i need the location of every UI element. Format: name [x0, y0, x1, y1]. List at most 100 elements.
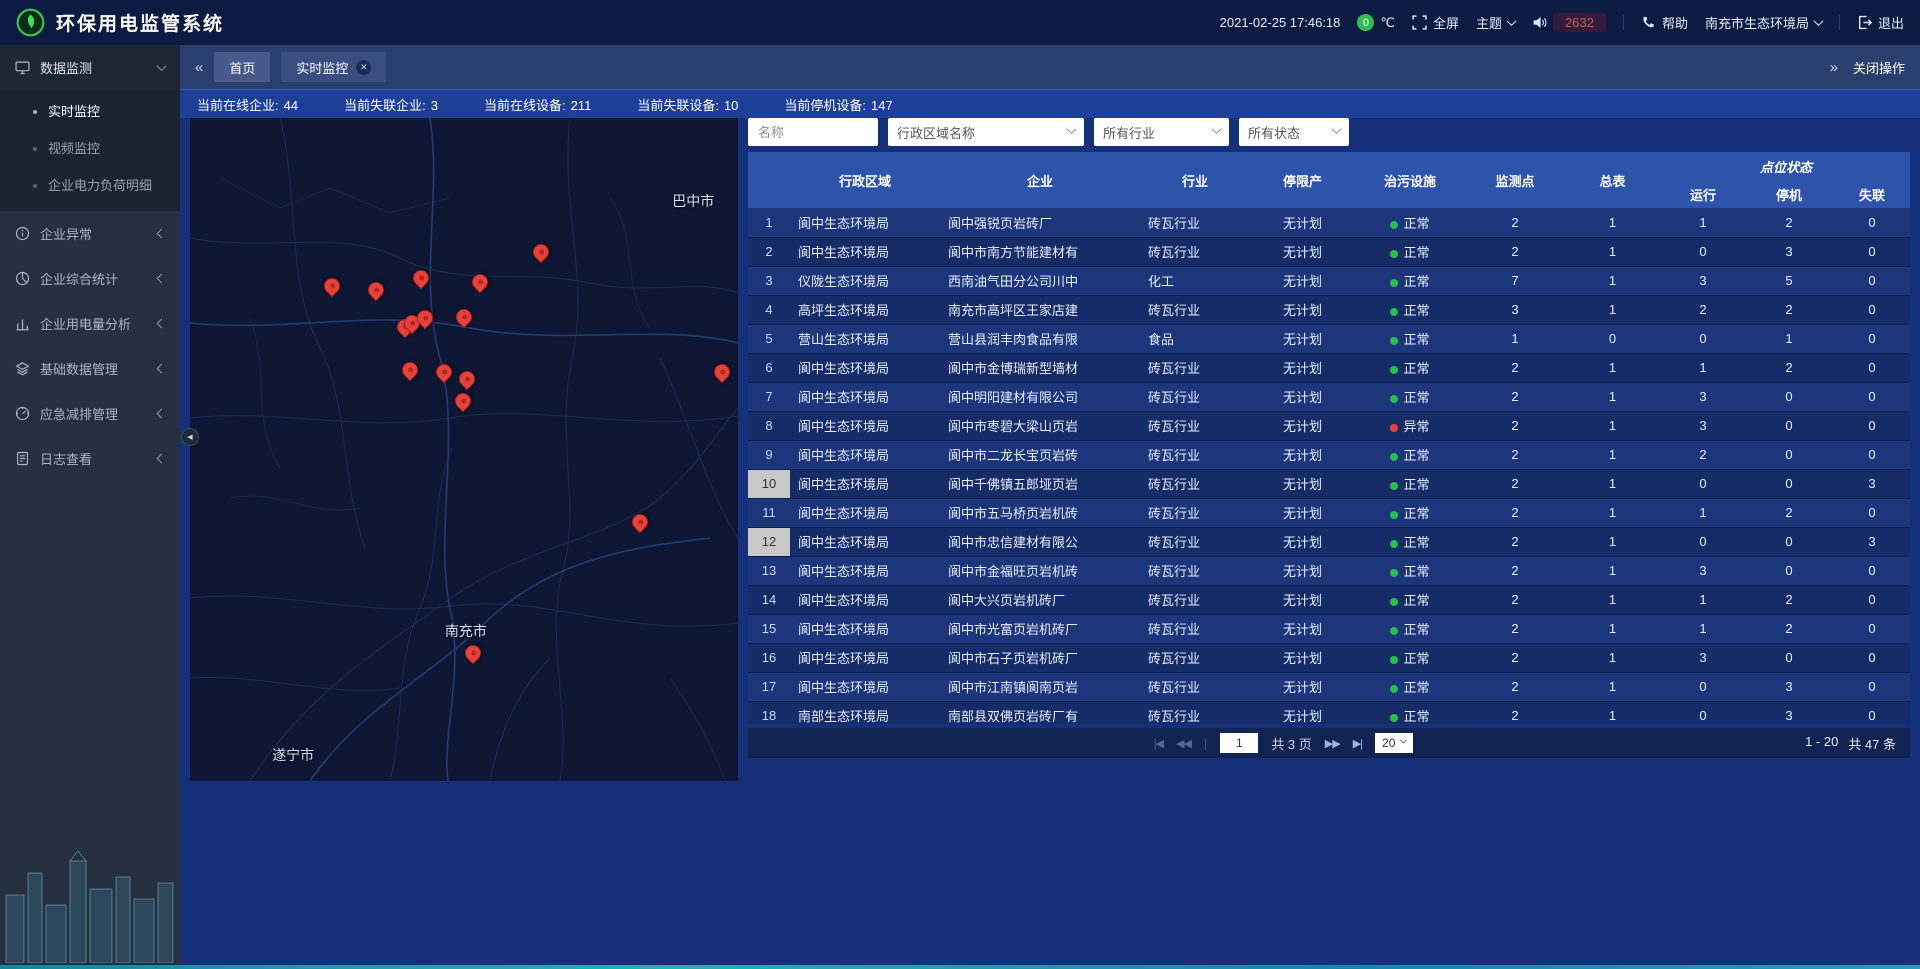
fullscreen-button[interactable]: 全屏 [1412, 13, 1459, 32]
cell-index: 18 [748, 701, 790, 724]
map-pin[interactable] [433, 361, 456, 384]
table-row[interactable]: 13 阆中生态环境局 阆中市金福旺页岩机砖 砖瓦行业 无计划 正常 2 [748, 556, 1910, 585]
col-index [748, 152, 790, 208]
map-pin[interactable] [398, 359, 421, 382]
cell-facility-status: 正常 [1355, 353, 1465, 382]
map-pin[interactable] [453, 306, 476, 329]
table-row[interactable]: 16 阆中生态环境局 阆中市石子页岩机砖厂 砖瓦行业 无计划 正常 2 [748, 643, 1910, 672]
table-row[interactable]: 18 南部生态环境局 南部县双佛页岩砖厂有 砖瓦行业 无计划 正常 2 [748, 701, 1910, 724]
sidebar-group-log-view[interactable]: 日志查看 [0, 436, 180, 481]
tab-close-icon[interactable]: ✕ [356, 60, 371, 75]
table-row[interactable]: 15 阆中生态环境局 阆中市光富页岩机砖厂 砖瓦行业 无计划 正常 2 [748, 614, 1910, 643]
cell-facility-status: 正常 [1355, 295, 1465, 324]
table-row[interactable]: 8 阆中生态环境局 阆中市枣碧大梁山页岩 砖瓦行业 无计划 异常 2 [748, 411, 1910, 440]
sidebar-group-enterprise-abnormal[interactable]: 企业异常 [0, 211, 180, 256]
name-filter-input[interactable] [748, 118, 878, 146]
map-pin[interactable] [469, 270, 492, 293]
map-pin[interactable] [629, 510, 652, 533]
col-stop: 停机 [1746, 180, 1832, 208]
table-row[interactable]: 1 阆中生态环境局 阆中强锐页岩砖厂 砖瓦行业 无计划 正常 2 1 [748, 208, 1910, 237]
sidebar-item-realtime-monitor[interactable]: 实时监控 [0, 93, 180, 130]
status-filter-select[interactable]: 所有状态 [1239, 118, 1349, 146]
table-row[interactable]: 4 高坪生态环境局 南充市高坪区王家店建 砖瓦行业 无计划 正常 3 [748, 295, 1910, 324]
cell-industry: 砖瓦行业 [1140, 643, 1250, 672]
next-page-icon[interactable]: ▶▶ [1325, 737, 1340, 750]
table-row[interactable]: 17 阆中生态环境局 阆中市江南镇阆南页岩 砖瓦行业 无计划 正常 2 [748, 672, 1910, 701]
right-panel: 行政区域名称 所有行业 所有状态 [748, 118, 1910, 758]
status-dot [1390, 511, 1398, 519]
tabs-collapse-icon[interactable]: « [195, 59, 203, 76]
status-dot [1390, 598, 1398, 606]
map-pin[interactable] [365, 278, 388, 301]
tab-realtime-monitor[interactable]: 实时监控 ✕ [281, 52, 386, 82]
chevron-down-icon [1814, 16, 1824, 26]
cell-company: 阆中明阳建材有限公司 [940, 382, 1140, 411]
cell-stop: 0 [1746, 440, 1832, 469]
panel-collapse-button[interactable]: ◀ [181, 428, 199, 446]
table-row[interactable]: 14 阆中生态环境局 阆中大兴页岩机砖厂 砖瓦行业 无计划 正常 2 [748, 585, 1910, 614]
map-pin[interactable] [461, 642, 484, 665]
gauge-icon [15, 406, 30, 421]
alarm-indicator[interactable]: 2632 [1532, 13, 1606, 32]
cell-total: 1 [1565, 237, 1660, 266]
sidebar-group-emergency-reduction[interactable]: 应急减排管理 [0, 391, 180, 436]
cell-lost: 0 [1832, 701, 1910, 724]
cell-region: 阆中生态环境局 [790, 353, 940, 382]
sidebar-group-enterprise-stats[interactable]: 企业综合统计 [0, 256, 180, 301]
cell-points: 2 [1465, 527, 1565, 556]
logout-button[interactable]: 退出 [1857, 13, 1904, 32]
table-row[interactable]: 11 阆中生态环境局 阆中市五马桥页岩机砖 砖瓦行业 无计划 正常 2 [748, 498, 1910, 527]
status-text: 异常 [1403, 419, 1429, 434]
bar-chart-icon [15, 316, 30, 331]
map-pin[interactable] [710, 361, 733, 384]
table-row[interactable]: 9 阆中生态环境局 阆中市二龙长宝页岩砖 砖瓦行业 无计划 正常 2 [748, 440, 1910, 469]
cell-run: 0 [1660, 701, 1746, 724]
map-pin[interactable] [452, 390, 475, 413]
table-row[interactable]: 10 阆中生态环境局 阆中千佛镇五郎垭页岩 砖瓦行业 无计划 正常 2 [748, 469, 1910, 498]
cell-index: 8 [748, 411, 790, 440]
cell-region: 阆中生态环境局 [790, 585, 940, 614]
alert-circle-icon [15, 226, 30, 241]
page-number-input[interactable] [1220, 733, 1258, 753]
map-panel[interactable]: 巴中市 南充市 遂宁市 [190, 118, 738, 781]
cell-industry: 砖瓦行业 [1140, 556, 1250, 585]
table-row[interactable]: 3 仪陇生态环境局 西南油气田分公司川中 化工 无计划 正常 7 1 [748, 266, 1910, 295]
table-row[interactable]: 5 营山生态环境局 营山县润丰肉食品有限 食品 无计划 正常 1 0 [748, 324, 1910, 353]
sidebar-item-power-load-detail[interactable]: 企业电力负荷明细 [0, 167, 180, 204]
close-operations-button[interactable]: 关闭操作 [1853, 58, 1905, 77]
divider: | [1204, 736, 1207, 751]
region-filter-select[interactable]: 行政区域名称 [888, 118, 1084, 146]
tab-home[interactable]: 首页 [214, 52, 270, 82]
table-row[interactable]: 2 阆中生态环境局 阆中市南方节能建材有 砖瓦行业 无计划 正常 2 [748, 237, 1910, 266]
status-text: 正常 [1403, 709, 1429, 724]
cell-industry: 砖瓦行业 [1140, 237, 1250, 266]
table-row[interactable]: 12 阆中生态环境局 阆中市忠信建材有限公 砖瓦行业 无计划 正常 2 [748, 527, 1910, 556]
main-content: 巴中市 南充市 遂宁市 行政区域名称 所有行业 [180, 118, 1920, 969]
sidebar-group-data-monitor[interactable]: 数据监测 [0, 45, 180, 90]
last-page-icon[interactable]: ▶| [1353, 737, 1362, 750]
page-size-select[interactable]: 20 [1375, 733, 1413, 753]
org-dropdown[interactable]: 南充市生态环境局 [1705, 13, 1822, 32]
status-text: 正常 [1403, 332, 1429, 347]
cell-region: 营山生态环境局 [790, 324, 940, 353]
theme-dropdown[interactable]: 主题 [1476, 13, 1515, 32]
chevron-left-icon [157, 319, 167, 329]
map-pin[interactable] [410, 266, 433, 289]
phone-icon [1641, 15, 1656, 30]
sidebar-group-label: 应急减排管理 [40, 404, 118, 423]
tabs-expand-icon[interactable]: » [1830, 59, 1838, 76]
map-pin[interactable] [455, 368, 478, 391]
map-pin[interactable] [529, 241, 552, 264]
help-button[interactable]: 帮助 [1641, 13, 1688, 32]
table-row[interactable]: 6 阆中生态环境局 阆中市金博瑞新型墙材 砖瓦行业 无计划 正常 2 [748, 353, 1910, 382]
status-text: 正常 [1403, 506, 1429, 521]
sidebar-group-base-data[interactable]: 基础数据管理 [0, 346, 180, 391]
sidebar-group-power-analysis[interactable]: 企业用电量分析 [0, 301, 180, 346]
sidebar-item-video-monitor[interactable]: 视频监控 [0, 130, 180, 167]
table-row[interactable]: 7 阆中生态环境局 阆中明阳建材有限公司 砖瓦行业 无计划 正常 2 [748, 382, 1910, 411]
industry-filter-select[interactable]: 所有行业 [1094, 118, 1229, 146]
map-pin[interactable] [321, 274, 344, 297]
first-page-icon[interactable]: |◀ [1154, 737, 1163, 750]
prev-page-icon[interactable]: ◀◀ [1176, 737, 1191, 750]
cell-industry: 砖瓦行业 [1140, 469, 1250, 498]
